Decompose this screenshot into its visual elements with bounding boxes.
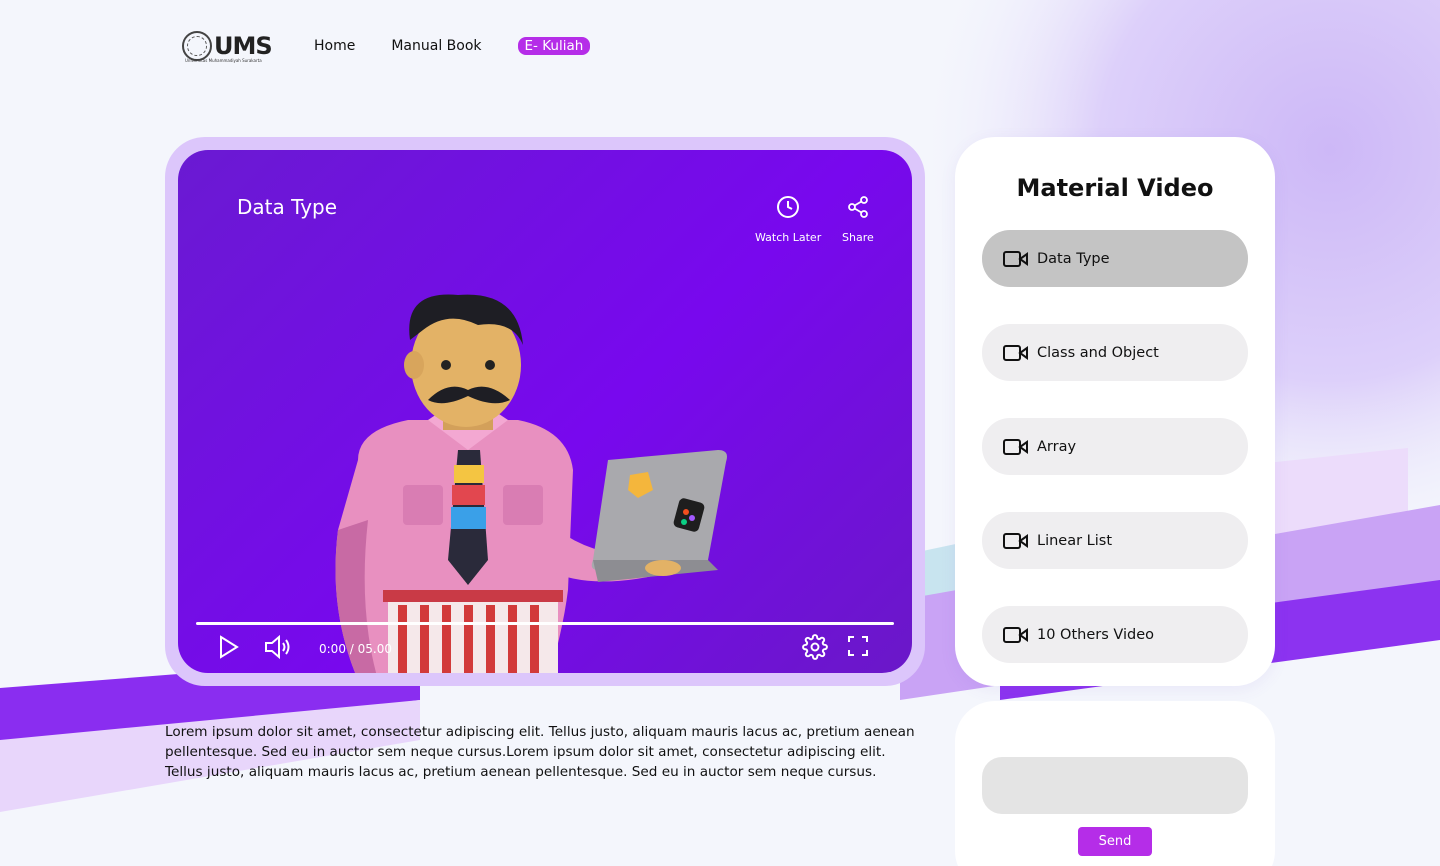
material-item-label: Data Type xyxy=(1037,250,1110,267)
video-frame: Data Type Watch Later Share 0:00 / 05.00 xyxy=(165,137,925,686)
volume-icon[interactable] xyxy=(264,634,294,664)
time-display: 0:00 / 05.00 xyxy=(319,642,392,656)
watch-later-label: Watch Later xyxy=(755,231,822,244)
video-progress-bar[interactable] xyxy=(196,622,894,625)
share-button[interactable]: Share xyxy=(842,195,874,244)
share-icon xyxy=(846,195,870,223)
video-camera-icon xyxy=(1003,344,1029,362)
university-seal-icon xyxy=(182,31,212,61)
comment-panel: Send xyxy=(955,701,1275,866)
header: UMS Universitas Muhammadiyah Surakarta H… xyxy=(182,26,626,66)
nav-manual-book[interactable]: Manual Book xyxy=(391,38,481,54)
material-video-panel: Material Video Data Type Class and Objec… xyxy=(955,137,1275,686)
material-item-label: Array xyxy=(1037,438,1077,455)
material-item-linear-list[interactable]: Linear List xyxy=(982,512,1248,569)
gear-icon[interactable] xyxy=(802,634,828,664)
character-illustration xyxy=(318,290,758,673)
video-camera-icon xyxy=(1003,250,1029,268)
comment-input[interactable] xyxy=(982,757,1248,814)
material-item-label: Class and Object xyxy=(1037,344,1159,361)
ums-logo[interactable]: UMS Universitas Muhammadiyah Surakarta xyxy=(182,26,274,66)
logo-text: UMS xyxy=(214,32,273,60)
logo-subtitle: Universitas Muhammadiyah Surakarta xyxy=(185,58,262,63)
video-title: Data Type xyxy=(237,195,338,219)
material-item-class-and-object[interactable]: Class and Object xyxy=(982,324,1248,381)
material-item-data-type[interactable]: Data Type xyxy=(982,230,1248,287)
material-item-others-video[interactable]: 10 Others Video xyxy=(982,606,1248,663)
video-controls: 0:00 / 05.00 xyxy=(178,634,912,664)
play-icon[interactable] xyxy=(218,634,240,664)
watch-later-button[interactable]: Watch Later xyxy=(755,195,821,244)
material-item-label: Linear List xyxy=(1037,532,1113,549)
video-description: Lorem ipsum dolor sit amet, consectetur … xyxy=(165,724,915,780)
video-player[interactable]: Data Type Watch Later Share 0:00 / 05.00 xyxy=(178,150,912,673)
fullscreen-icon[interactable] xyxy=(846,634,870,662)
send-button[interactable]: Send xyxy=(1078,827,1152,856)
main-nav: Home Manual Book E- Kuliah xyxy=(314,37,626,55)
video-camera-icon xyxy=(1003,438,1029,456)
share-label: Share xyxy=(842,231,874,244)
video-camera-icon xyxy=(1003,626,1029,644)
nav-home[interactable]: Home xyxy=(314,38,355,54)
material-title: Material Video xyxy=(1016,174,1214,202)
material-item-array[interactable]: Array xyxy=(982,418,1248,475)
video-camera-icon xyxy=(1003,532,1029,550)
nav-e-kuliah[interactable]: E- Kuliah xyxy=(517,37,591,55)
material-item-label: 10 Others Video xyxy=(1037,626,1155,643)
clock-icon xyxy=(776,195,800,223)
